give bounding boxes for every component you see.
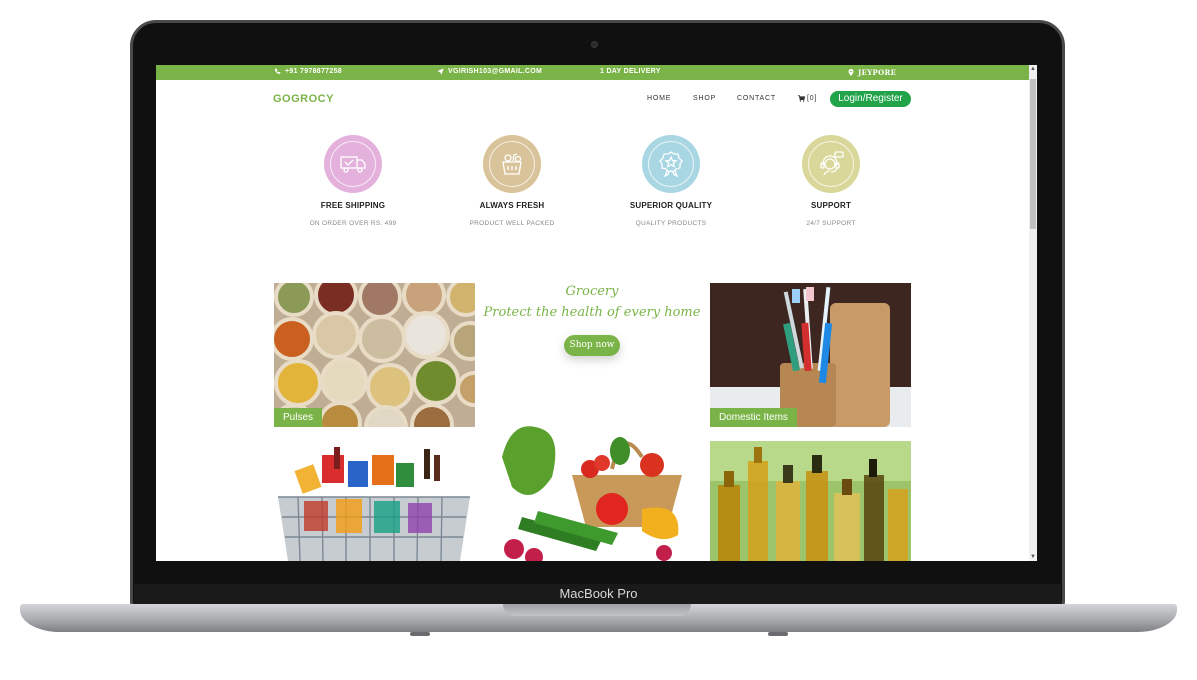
top-bar: +91 7978877258 VGIRISH103@GMAIL.COM 1 DA… — [156, 65, 1029, 80]
location-pin-icon — [848, 69, 854, 76]
feature-title: SUPERIOR QUALITY — [629, 201, 713, 210]
cart-icon — [798, 95, 805, 102]
website-screen: +91 7978877258 VGIRISH103@GMAIL.COM 1 DA… — [156, 65, 1037, 561]
headset-icon — [820, 151, 844, 176]
shop-now-button[interactable]: Shop now — [564, 335, 620, 356]
send-icon — [437, 68, 444, 75]
phone-icon — [274, 68, 281, 74]
feature-title: ALWAYS FRESH — [479, 201, 545, 210]
login-register-button[interactable]: Login/Register — [830, 91, 911, 107]
category-label: Pulses — [274, 408, 323, 427]
site-logo[interactable]: GOGROCY — [273, 93, 334, 105]
truck-icon — [340, 156, 366, 173]
feature-always-fresh: ALWAYS FRESH PRODUCT WELL PACKED — [452, 135, 572, 227]
feature-circle-inner — [808, 141, 854, 187]
nav-home[interactable]: HOME — [647, 95, 671, 102]
feature-subtitle: QUALITY PRODUCTS — [635, 220, 707, 227]
nav-shop[interactable]: SHOP — [693, 95, 716, 102]
laptop-foot — [768, 632, 788, 636]
laptop-notch — [503, 604, 691, 616]
phone-number: +91 7978877258 — [285, 68, 342, 75]
feature-title: SUPPORT — [810, 201, 852, 210]
nav-contact[interactable]: CONTACT — [737, 95, 776, 102]
feature-subtitle: ON ORDER OVER RS. 499 — [309, 220, 397, 227]
device-label: MacBook Pro — [559, 586, 638, 601]
delivery-info: 1 DAY DELIVERY — [600, 68, 661, 75]
feature-title: FREE SHIPPING — [320, 201, 386, 210]
feature-free-shipping: FREE SHIPPING ON ORDER OVER RS. 499 — [293, 135, 413, 227]
oil-bottles-image — [710, 441, 911, 561]
grocery-bag-icon — [502, 153, 522, 175]
feature-circle — [324, 135, 382, 193]
category-tile-domestic[interactable]: Domestic Items — [710, 283, 911, 427]
laptop-foot — [410, 632, 430, 636]
vegetables-image — [492, 417, 693, 561]
feature-subtitle: PRODUCT WELL PACKED — [469, 220, 555, 227]
email-address: VGIRISH103@GMAIL.COM — [448, 68, 543, 75]
scroll-thumb[interactable] — [1030, 79, 1036, 229]
promo-tagline: Protect the health of every home — [483, 305, 701, 320]
feature-circle — [483, 135, 541, 193]
cart-link[interactable]: [0] — [798, 95, 817, 102]
domestic-items-image — [710, 283, 911, 427]
packaged-food-basket-image — [274, 441, 475, 561]
scroll-up-arrow-icon[interactable]: ▲ — [1029, 65, 1037, 73]
feature-subtitle: 24/7 SUPPORT — [806, 220, 856, 227]
promo-banner: Grocery Protect the health of every home — [476, 283, 708, 323]
pulses-image — [274, 283, 475, 427]
scroll-down-arrow-icon[interactable]: ▼ — [1029, 553, 1037, 561]
category-tile-packaged[interactable] — [274, 441, 475, 561]
phone-info: +91 7978877258 — [274, 68, 342, 75]
feature-circle-inner — [489, 141, 535, 187]
email-info: VGIRISH103@GMAIL.COM — [437, 68, 542, 75]
feature-superior-quality: SUPERIOR QUALITY QUALITY PRODUCTS — [611, 135, 731, 227]
promo-title: Grocery — [565, 284, 619, 299]
vegetables-image-tile[interactable] — [492, 417, 693, 561]
cart-count: [0] — [807, 95, 818, 102]
camera — [591, 41, 598, 48]
delivery-text: 1 DAY DELIVERY — [600, 68, 661, 75]
feature-circle — [642, 135, 700, 193]
location-text: JEYPORE — [858, 68, 897, 77]
scrollbar[interactable]: ▲ ▼ — [1029, 65, 1037, 561]
category-label: Domestic Items — [710, 408, 797, 427]
badge-icon — [659, 151, 683, 177]
feature-circle-inner — [330, 141, 376, 187]
feature-circle — [802, 135, 860, 193]
feature-circle-inner — [648, 141, 694, 187]
category-tile-pulses[interactable]: Pulses — [274, 283, 475, 427]
category-tile-oils[interactable] — [710, 441, 911, 561]
feature-support: SUPPORT 24/7 SUPPORT — [771, 135, 891, 227]
location-info[interactable]: JEYPORE — [848, 68, 896, 77]
